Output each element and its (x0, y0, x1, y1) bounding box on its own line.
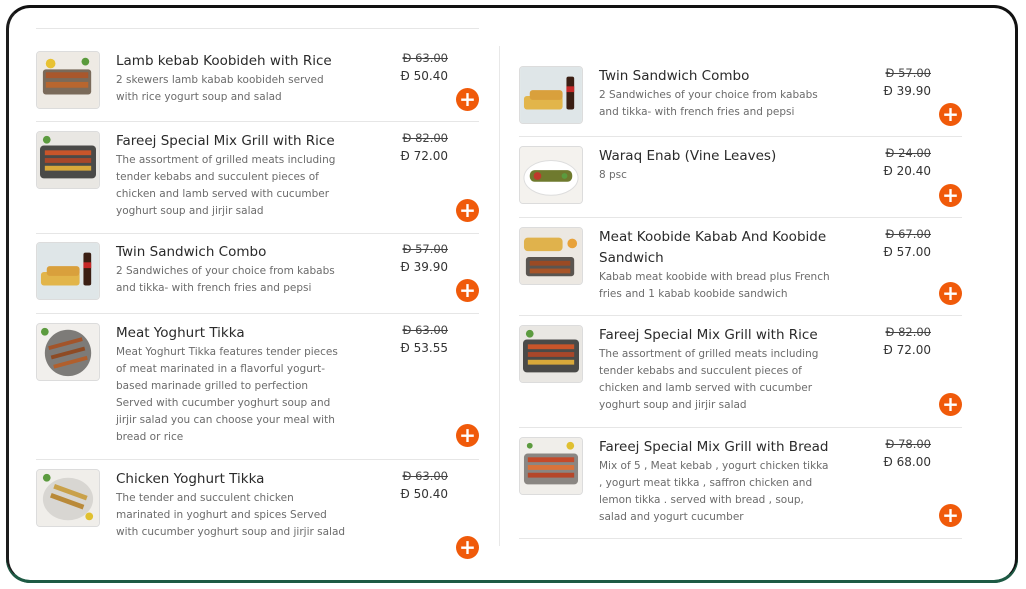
item-description: The assortment of grilled meats includin… (599, 348, 819, 411)
add-icon[interactable]: + (456, 536, 479, 559)
old-price: Ð 82.00 (885, 325, 932, 339)
menu-item[interactable]: Twin Sandwich Combo 2 Sandwiches of your… (36, 234, 479, 314)
menu-item[interactable]: Chicken Yoghurt Tikka The tender and suc… (36, 461, 479, 561)
add-icon[interactable]: + (939, 103, 962, 126)
old-price: Ð 78.00 (885, 437, 932, 451)
old-price: Ð 63.00 (402, 323, 449, 337)
old-price: Ð 63.00 (402, 51, 449, 65)
add-icon[interactable]: + (456, 199, 479, 222)
item-name: Waraq Enab (Vine Leaves) (599, 148, 777, 164)
add-icon[interactable]: + (939, 393, 962, 416)
menu-item[interactable]: Meat Koobide Kabab And Koobide Sandwich … (519, 219, 962, 316)
add-icon[interactable]: + (939, 504, 962, 527)
current-price: Ð 72.00 (400, 149, 448, 163)
add-icon[interactable]: + (456, 279, 479, 302)
item-description: Meat Yoghurt Tikka features tender piece… (116, 346, 338, 443)
item-name: Meat Yoghurt Tikka (116, 325, 245, 341)
dish-image[interactable] (519, 66, 583, 124)
item-name: Fareej Special Mix Grill with Rice (116, 133, 335, 149)
dish-image[interactable] (36, 242, 100, 300)
current-price: Ð 39.90 (400, 260, 448, 274)
add-icon[interactable]: + (456, 88, 479, 111)
menu-item[interactable]: Waraq Enab (Vine Leaves) 8 psc Ð 24.00 Ð… (519, 138, 962, 218)
add-icon[interactable]: + (456, 424, 479, 447)
item-name: Twin Sandwich Combo (599, 68, 750, 84)
current-price: Ð 72.00 (883, 343, 931, 357)
old-price: Ð 24.00 (885, 146, 932, 160)
current-price: Ð 53.55 (400, 341, 448, 355)
current-price: Ð 39.90 (883, 84, 931, 98)
item-description: 2 Sandwiches of your choice from kababs … (116, 265, 335, 294)
add-icon[interactable]: + (939, 184, 962, 207)
current-price: Ð 57.00 (883, 245, 931, 259)
dish-image[interactable] (519, 437, 583, 495)
old-price: Ð 63.00 (402, 469, 449, 483)
item-name: Fareej Special Mix Grill with Bread (599, 439, 829, 455)
item-description: Kabab meat koobide with bread plus Frenc… (599, 271, 830, 300)
dish-image[interactable] (36, 51, 100, 109)
item-name: Twin Sandwich Combo (116, 244, 267, 260)
dish-image[interactable] (36, 323, 100, 381)
item-name: Fareej Special Mix Grill with Rice (599, 327, 818, 343)
item-name: Meat Koobide Kabab And Koobide Sandwich (599, 229, 827, 266)
menu-item[interactable]: Fareej Special Mix Grill with Bread Mix … (519, 429, 962, 539)
item-name: Chicken Yoghurt Tikka (116, 471, 265, 487)
top-divider (36, 28, 479, 29)
item-description: 8 psc (599, 169, 627, 181)
menu-item[interactable]: Twin Sandwich Combo 2 Sandwiches of your… (519, 58, 962, 137)
dish-image[interactable] (36, 469, 100, 527)
old-price: Ð 67.00 (885, 227, 932, 241)
menu-item[interactable]: Lamb kebab Koobideh with Rice 2 skewers … (36, 43, 479, 122)
current-price: Ð 50.40 (400, 69, 448, 83)
old-price: Ð 57.00 (402, 242, 449, 256)
old-price: Ð 57.00 (885, 66, 932, 80)
item-description: 2 Sandwiches of your choice from kababs … (599, 89, 818, 118)
dish-image[interactable] (519, 227, 583, 285)
current-price: Ð 20.40 (883, 164, 931, 178)
menu-item[interactable]: Fareej Special Mix Grill with Rice The a… (519, 317, 962, 428)
item-description: 2 skewers lamb kabab koobideh served wit… (116, 74, 324, 103)
item-description: The tender and succulent chicken marinat… (116, 492, 346, 538)
item-description: Mix of 5 , Meat kebab , yogurt chicken t… (599, 460, 829, 523)
old-price: Ð 82.00 (402, 131, 449, 145)
dish-image[interactable] (519, 146, 583, 204)
add-icon[interactable]: + (939, 282, 962, 305)
dish-image[interactable] (36, 131, 100, 189)
item-description: The assortment of grilled meats includin… (116, 154, 336, 217)
item-name: Lamb kebab Koobideh with Rice (116, 53, 332, 69)
dish-image[interactable] (519, 325, 583, 383)
column-divider (499, 46, 500, 546)
menu-item[interactable]: Meat Yoghurt Tikka Meat Yoghurt Tikka fe… (36, 315, 479, 460)
current-price: Ð 50.40 (400, 487, 448, 501)
current-price: Ð 68.00 (883, 455, 931, 469)
menu-item[interactable]: Fareej Special Mix Grill with Rice The a… (36, 123, 479, 234)
